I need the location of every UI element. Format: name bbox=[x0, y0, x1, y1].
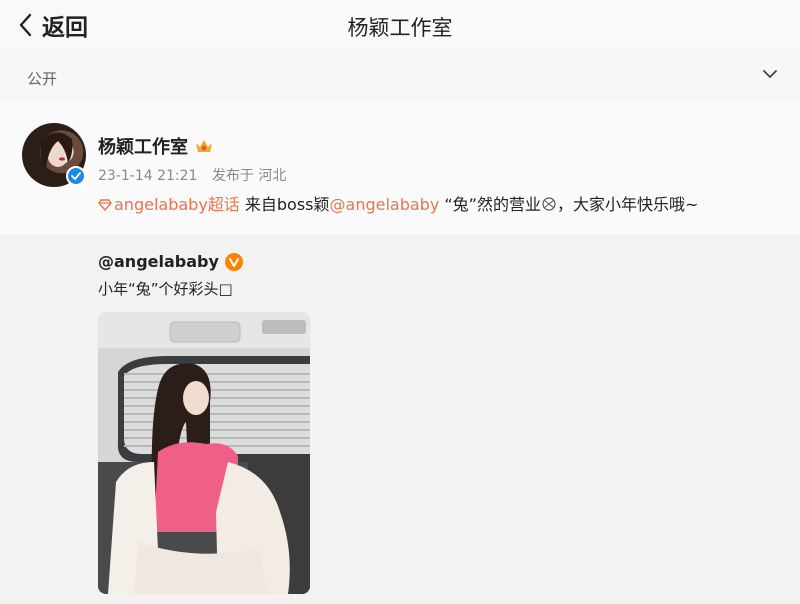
post-card: 杨颖工作室 23-1-14 21:21 发布于 河北 angelababy超话 … bbox=[0, 102, 800, 234]
verified-badge-icon bbox=[66, 166, 86, 186]
author-avatar[interactable] bbox=[22, 123, 86, 187]
post-meta: 23-1-14 21:21 发布于 河北 bbox=[98, 165, 296, 185]
crown-icon bbox=[196, 140, 212, 152]
visibility-label: 公开 bbox=[27, 70, 58, 88]
emoji-icon bbox=[542, 197, 556, 211]
visibility-selector[interactable]: 公开 bbox=[0, 50, 800, 102]
post-text-body-2: ，大家小年快乐哦~ bbox=[556, 195, 699, 214]
diamond-icon bbox=[98, 199, 112, 211]
verified-orange-badge-icon bbox=[224, 252, 243, 271]
post-image[interactable] bbox=[98, 312, 310, 594]
post-text-from: 来自boss颖 bbox=[239, 195, 330, 214]
supertopic-label: angelababy超话 bbox=[114, 195, 240, 214]
repost-author[interactable]: @angelababy bbox=[98, 252, 243, 271]
post-author-name: 杨颖工作室 bbox=[98, 137, 188, 158]
reposted-weibo[interactable]: @angelababy 小年“兔”个好彩头□ bbox=[0, 234, 800, 604]
car-window-photo bbox=[98, 312, 310, 594]
supertopic-link[interactable]: angelababy超话 bbox=[98, 195, 240, 214]
mention-link[interactable]: @angelababy bbox=[330, 195, 440, 214]
chevron-down-icon[interactable] bbox=[762, 68, 778, 80]
post-timestamp: 23-1-14 21:21 bbox=[98, 168, 198, 184]
repost-author-name: @angelababy bbox=[98, 252, 219, 271]
post-body: angelababy超话 来自boss颖@angelababy “兔”然的营业 … bbox=[98, 191, 698, 215]
post-location: 发布于 河北 bbox=[211, 168, 287, 184]
post-text-body-1: “兔”然的营业 bbox=[439, 195, 541, 214]
repost-text: 小年“兔”个好彩头□ bbox=[98, 280, 233, 298]
page-title: 杨颖工作室 bbox=[347, 16, 453, 40]
top-nav-bar: 返回 杨颖工作室 bbox=[0, 0, 800, 50]
post-author[interactable]: 杨颖工作室 bbox=[98, 133, 214, 159]
